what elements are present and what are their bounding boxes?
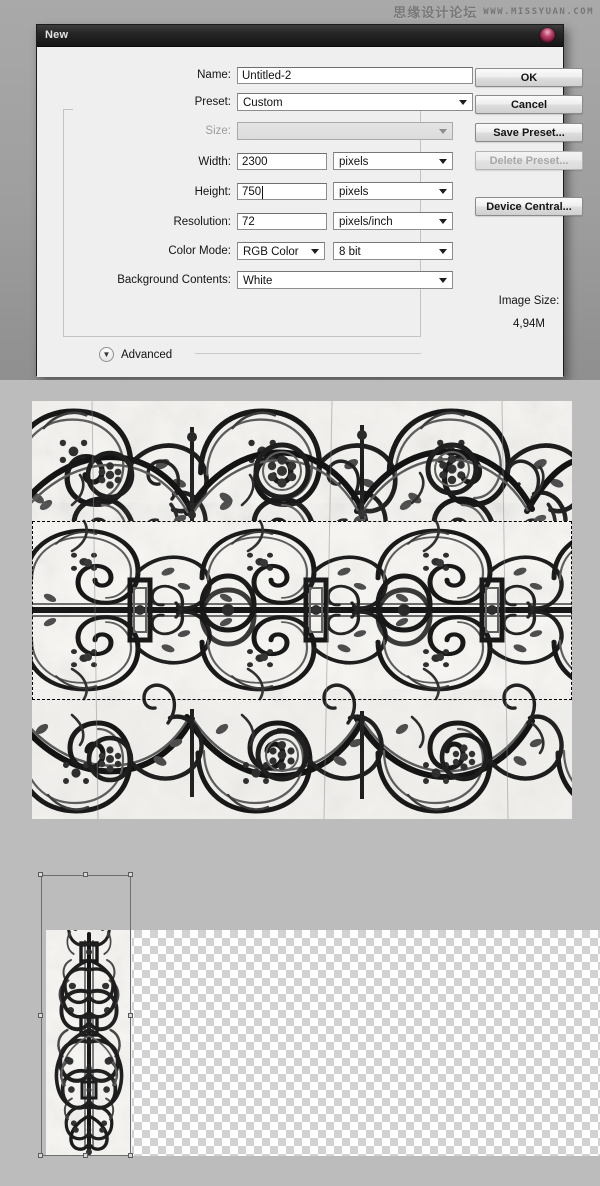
pasted-ornament-layer[interactable] xyxy=(46,930,132,1156)
resolution-input[interactable]: 72 xyxy=(237,213,327,230)
preset-group-border-top-left xyxy=(63,109,73,110)
height-input[interactable]: 750 xyxy=(237,183,327,200)
chevron-down-icon xyxy=(439,278,447,283)
width-label: Width: xyxy=(198,156,231,168)
chevron-down-icon xyxy=(459,100,467,105)
resolution-unit-select[interactable]: pixels/inch xyxy=(333,212,453,230)
name-input[interactable]: Untitled-2 xyxy=(237,67,473,84)
new-document-dialog: New Name: Untitled-2 Preset: Custom Size… xyxy=(36,24,583,377)
bit-depth-value: 8 bit xyxy=(339,246,361,258)
dialog-titlebar[interactable]: New xyxy=(37,25,563,47)
preset-select-value: Custom xyxy=(243,97,283,109)
transform-handle-top-left[interactable] xyxy=(38,872,43,877)
height-label: Height: xyxy=(194,186,231,198)
resolution-label: Resolution: xyxy=(173,216,231,228)
chevron-down-icon xyxy=(439,219,447,224)
save-preset-button[interactable]: Save Preset... xyxy=(475,123,583,142)
chevron-down-icon xyxy=(439,189,447,194)
cancel-button[interactable]: Cancel xyxy=(475,95,583,114)
color-mode-select[interactable]: RGB Color xyxy=(237,242,325,260)
preset-label: Preset: xyxy=(194,96,231,108)
height-unit-value: pixels xyxy=(339,186,369,198)
close-circle-icon[interactable] xyxy=(540,28,555,43)
width-unit-select[interactable]: pixels xyxy=(333,152,453,170)
device-central-button[interactable]: Device Central... xyxy=(475,197,583,216)
ok-button[interactable]: OK xyxy=(475,68,583,87)
chevron-down-icon xyxy=(311,249,319,254)
advanced-disclosure[interactable]: ▼ Advanced xyxy=(99,347,172,362)
chevron-down-icon xyxy=(439,249,447,254)
transform-handle-top-center[interactable] xyxy=(83,872,88,877)
chevron-down-icon xyxy=(439,129,447,134)
ornamental-scrollwork-artwork xyxy=(32,401,572,819)
delete-preset-button: Delete Preset... xyxy=(475,151,583,170)
width-unit-value: pixels xyxy=(339,156,369,168)
size-label: Size: xyxy=(205,125,231,137)
image-size-value: 4,94M xyxy=(513,318,545,330)
background-contents-value: White xyxy=(243,275,273,287)
dialog-body: Name: Untitled-2 Preset: Custom Size: Wi… xyxy=(37,47,583,377)
dialog-title: New xyxy=(45,29,69,41)
transform-handle-bottom-center[interactable] xyxy=(83,1153,88,1158)
transform-handle-bottom-right[interactable] xyxy=(128,1153,133,1158)
chevron-down-icon xyxy=(439,159,447,164)
resolution-unit-value: pixels/inch xyxy=(339,216,393,228)
name-label: Name: xyxy=(197,69,231,81)
advanced-label: Advanced xyxy=(121,348,173,361)
background-contents-label: Background Contents: xyxy=(117,274,231,286)
background-contents-select[interactable]: White xyxy=(237,271,453,289)
pasted-ornament-artwork xyxy=(46,930,132,1156)
width-input[interactable]: 2300 xyxy=(237,153,327,170)
preset-select[interactable]: Custom xyxy=(237,93,473,111)
transform-handle-middle-left[interactable] xyxy=(38,1013,43,1018)
image-size-label: Image Size: xyxy=(498,295,560,307)
color-mode-label: Color Mode: xyxy=(168,245,231,257)
transform-handle-bottom-left[interactable] xyxy=(38,1153,43,1158)
chevron-double-down-icon: ▼ xyxy=(99,347,114,362)
size-select xyxy=(237,122,453,140)
advanced-divider xyxy=(195,353,421,354)
transform-handle-middle-right[interactable] xyxy=(128,1013,133,1018)
height-unit-select[interactable]: pixels xyxy=(333,182,453,200)
ornament-document-canvas[interactable] xyxy=(32,401,572,819)
bit-depth-select[interactable]: 8 bit xyxy=(333,242,453,260)
transform-handle-top-right[interactable] xyxy=(128,872,133,877)
color-mode-value: RGB Color xyxy=(243,246,299,258)
